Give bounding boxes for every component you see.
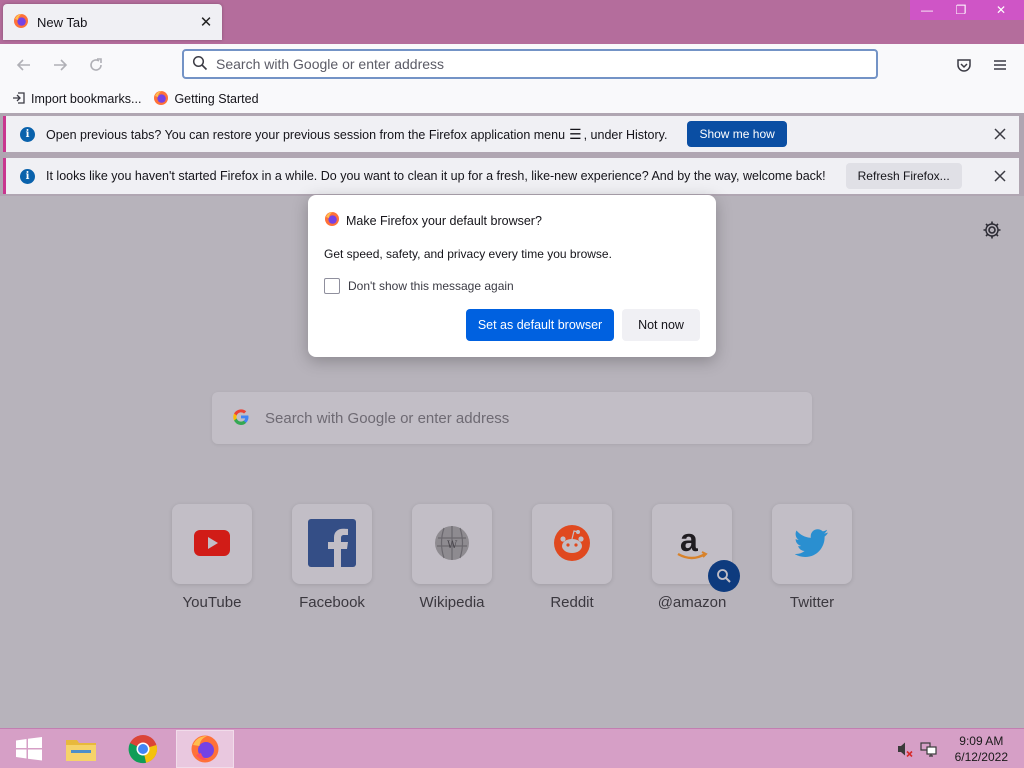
clock-time: 9:09 AM	[959, 734, 1004, 748]
top-site-tile[interactable]	[532, 504, 612, 584]
dialog-body: Get speed, safety, and privacy every tim…	[324, 247, 612, 261]
firefox-icon	[13, 13, 29, 32]
twitter-icon	[794, 528, 829, 560]
set-default-browser-button[interactable]: Set as default browser	[466, 309, 614, 341]
window-controls: — ❐ ✕	[910, 0, 1024, 20]
close-icon[interactable]	[991, 167, 1009, 185]
top-site-tile[interactable]	[292, 504, 372, 584]
volume-muted-icon[interactable]	[896, 729, 914, 768]
reddit-icon	[553, 524, 591, 565]
firefox-icon	[153, 90, 169, 109]
chrome-icon[interactable]	[114, 730, 172, 768]
top-site-tile[interactable]	[772, 504, 852, 584]
checkbox[interactable]	[324, 278, 340, 294]
notification-message: It looks like you haven't started Firefo…	[46, 169, 826, 183]
not-now-button[interactable]: Not now	[622, 309, 700, 341]
title-bar: New Tab ✕ — ❐ ✕	[0, 0, 1024, 44]
new-tab-search-placeholder: Search with Google or enter address	[265, 409, 510, 427]
search-shortcut-badge	[708, 560, 740, 592]
new-tab-search-box[interactable]: Search with Google or enter address	[212, 392, 812, 444]
dont-show-again-checkbox[interactable]: Don't show this message again	[324, 278, 514, 294]
top-site-youtube[interactable]: YouTube	[152, 504, 272, 611]
top-site-label: @amazon	[657, 594, 727, 611]
svg-text:W: W	[447, 540, 458, 551]
back-arrow-icon[interactable]	[12, 53, 36, 77]
wikipedia-icon: W	[433, 524, 471, 565]
youtube-icon	[194, 529, 230, 559]
refresh-firefox-notification: i It looks like you haven't started Fire…	[3, 158, 1019, 194]
top-site-label: Reddit	[550, 594, 594, 611]
top-site-label: Twitter	[789, 594, 835, 611]
notification-message: Open previous tabs? You can restore your…	[46, 125, 668, 142]
default-browser-dialog: Make Firefox your default browser? Get s…	[308, 195, 716, 357]
clock-date: 6/12/2022	[954, 750, 1008, 764]
minimize-button[interactable]: —	[910, 0, 944, 20]
info-icon: i	[20, 126, 35, 142]
taskbar: 9:09 AM 6/12/2022	[0, 728, 1024, 768]
network-icon[interactable]	[920, 729, 938, 768]
system-clock[interactable]: 9:09 AM 6/12/2022	[955, 733, 1008, 765]
forward-arrow-icon[interactable]	[48, 53, 72, 77]
top-site-label: Facebook	[299, 594, 365, 611]
bookmark-getting-started[interactable]: Getting Started	[153, 90, 259, 109]
google-icon	[232, 408, 250, 429]
close-window-button[interactable]: ✕	[978, 0, 1024, 20]
firefox-icon[interactable]	[176, 730, 234, 768]
dialog-title: Make Firefox your default browser?	[346, 213, 542, 228]
top-site-reddit[interactable]: Reddit	[512, 504, 632, 611]
show-me-how-button[interactable]: Show me how	[687, 121, 787, 147]
top-site-label: Wikipedia	[419, 594, 485, 611]
tab-close-icon[interactable]: ✕	[198, 14, 214, 31]
checkbox-label: Don't show this message again	[348, 279, 514, 293]
svg-text:a: a	[680, 523, 698, 558]
bookmark-label: Import bookmarks...	[31, 92, 142, 106]
top-site-facebook[interactable]: Facebook	[272, 504, 392, 611]
pocket-icon[interactable]	[953, 54, 975, 76]
bookmarks-toolbar: Import bookmarks... Getting Started	[0, 85, 1024, 113]
dialog-title-row: Make Firefox your default browser?	[324, 211, 542, 230]
firefox-icon	[324, 211, 340, 230]
close-icon[interactable]	[991, 125, 1009, 143]
url-bar[interactable]	[182, 49, 878, 79]
top-site-wikipedia[interactable]: W Wikipedia	[392, 504, 512, 611]
top-site-amazon[interactable]: a @amazon	[632, 504, 752, 611]
restore-button[interactable]: ❐	[944, 0, 978, 20]
facebook-icon	[308, 518, 356, 570]
url-input[interactable]	[216, 56, 876, 72]
top-site-tile[interactable]	[172, 504, 252, 584]
top-site-label: YouTube	[182, 594, 242, 611]
bookmark-import[interactable]: Import bookmarks...	[12, 91, 141, 108]
info-icon: i	[20, 168, 35, 184]
gear-icon[interactable]	[982, 220, 1002, 240]
tab-new-tab[interactable]: New Tab ✕	[3, 4, 222, 40]
windows-start-icon[interactable]	[0, 730, 58, 768]
bookmark-label: Getting Started	[174, 92, 259, 106]
top-site-twitter[interactable]: Twitter	[752, 504, 872, 611]
hamburger-menu-icon: ☰	[569, 125, 582, 142]
restore-session-notification: i Open previous tabs? You can restore yo…	[3, 116, 1019, 152]
top-sites: YouTube Facebook W Wikipedia Reddit a @a…	[152, 504, 872, 611]
hamburger-menu-icon[interactable]	[989, 54, 1011, 76]
search-icon	[192, 55, 208, 74]
import-icon	[12, 91, 26, 108]
top-site-tile[interactable]: W	[412, 504, 492, 584]
file-explorer-icon[interactable]	[52, 730, 110, 768]
tab-title: New Tab	[37, 14, 88, 30]
amazon-icon: a	[672, 522, 712, 566]
navigation-toolbar	[0, 44, 1024, 85]
top-site-tile[interactable]: a	[652, 504, 740, 592]
reload-icon[interactable]	[84, 53, 108, 77]
refresh-firefox-button[interactable]: Refresh Firefox...	[845, 163, 962, 189]
